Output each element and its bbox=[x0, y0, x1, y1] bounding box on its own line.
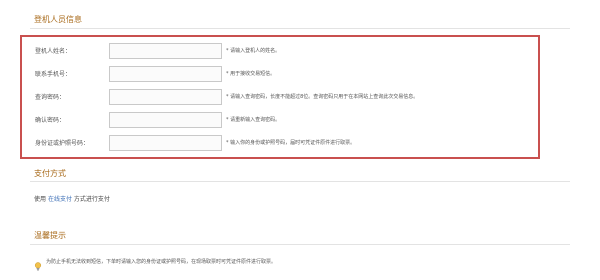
section-divider bbox=[30, 244, 570, 245]
confirm-password-input[interactable] bbox=[109, 112, 222, 128]
name-hint: * 请输入登机人的姓名。 bbox=[226, 48, 281, 54]
tips-notice: 为防止手机无法收到短信，下单时请输入您的身份证或护照号码，在现场取票时可凭证件原… bbox=[46, 259, 277, 265]
name-label: 登机人姓名： bbox=[35, 48, 72, 55]
query-password-label: 查询密码： bbox=[35, 94, 66, 101]
form-row-confirm-password: 确认密码： * 请重新输入查询密码。 bbox=[22, 112, 542, 128]
payment-text-after: 方式进行支付 bbox=[73, 196, 110, 203]
id-number-label: 身份证或护照号码： bbox=[35, 140, 90, 147]
form-row-phone: 联系手机号： * 用于接收交易短信。 bbox=[22, 66, 542, 82]
id-number-hint: * 输入你的身份或护照号码，届时可凭证件原件进行取票。 bbox=[226, 140, 356, 146]
registrant-section-title: 登机人员信息 bbox=[34, 15, 82, 24]
phone-input[interactable] bbox=[109, 66, 222, 82]
payment-section-title: 支付方式 bbox=[34, 169, 66, 178]
section-divider bbox=[30, 28, 570, 29]
confirm-password-label: 确认密码： bbox=[35, 117, 66, 124]
tips-section-title: 温馨提示 bbox=[34, 231, 66, 240]
registrant-form: 登机人姓名： * 请输入登机人的姓名。 联系手机号： * 用于接收交易短信。 查… bbox=[20, 35, 540, 159]
confirm-password-hint: * 请重新输入查询密码。 bbox=[226, 117, 281, 123]
online-payment-link[interactable]: 在线支付 bbox=[48, 196, 72, 203]
phone-label: 联系手机号： bbox=[35, 71, 72, 78]
form-row-name: 登机人姓名： * 请输入登机人的姓名。 bbox=[22, 43, 542, 59]
lightbulb-icon bbox=[34, 256, 42, 271]
form-row-query-password: 查询密码： * 请输入查询密码，长度不能超过8位。查询密码只用于在本网站上查询此… bbox=[22, 89, 542, 105]
payment-text-before: 使用 bbox=[34, 196, 47, 203]
query-password-input[interactable] bbox=[109, 89, 222, 105]
id-number-input[interactable] bbox=[109, 135, 222, 151]
name-input[interactable] bbox=[109, 43, 222, 59]
payment-method-line: 使用 在线支付 方式进行支付 bbox=[34, 194, 110, 203]
section-divider bbox=[30, 181, 570, 182]
phone-hint: * 用于接收交易短信。 bbox=[226, 71, 276, 77]
form-row-id-number: 身份证或护照号码： * 输入你的身份或护照号码，届时可凭证件原件进行取票。 bbox=[22, 135, 542, 151]
query-password-hint: * 请输入查询密码，长度不能超过8位。查询密码只用于在本网站上查询此次交易信息。 bbox=[226, 94, 419, 100]
